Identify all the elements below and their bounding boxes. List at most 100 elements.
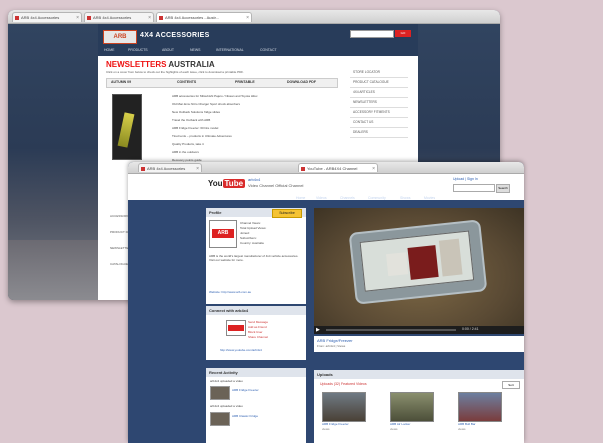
channel-url[interactable]: http://www.youtube.com/arb4x4 bbox=[220, 348, 262, 352]
yt-tab-bar: ARB 4x4 Accessories × YouTube - ARB4X4 Ch… bbox=[128, 162, 524, 174]
profile-box: Profile Subscribe ARB Channel Views: Tot… bbox=[206, 208, 306, 304]
close-icon[interactable]: × bbox=[246, 13, 249, 22]
video-thumbnail[interactable] bbox=[322, 392, 366, 422]
search-input[interactable] bbox=[453, 184, 495, 192]
yt-tab-1[interactable]: ARB 4x4 Accessories × bbox=[138, 163, 202, 172]
tab-label: ARB 4x4 Accessories bbox=[93, 15, 132, 20]
meta-line: Country: Australia bbox=[240, 241, 264, 245]
video-thumbnail[interactable] bbox=[458, 392, 502, 422]
nav-international[interactable]: INTERNATIONAL bbox=[216, 48, 244, 52]
yt-channel-nav: Home Videos Channels Community Shows Mov… bbox=[128, 196, 524, 201]
nav-community[interactable]: Community bbox=[368, 196, 386, 200]
channel-username[interactable]: arb4x4 bbox=[248, 177, 260, 182]
nav-news[interactable]: NEWS bbox=[190, 48, 201, 52]
upload-title[interactable]: ARB Bull Bar bbox=[458, 422, 506, 426]
side-link[interactable]: NEWSLETTERS bbox=[350, 98, 408, 108]
arb-logo[interactable]: ARB bbox=[103, 30, 137, 44]
side-link[interactable]: 4X4 ARTICLES bbox=[350, 88, 408, 98]
tab-label: ARB 4x4 Accessories bbox=[147, 166, 186, 171]
side-link[interactable]: CONTACT US bbox=[350, 118, 408, 128]
close-icon[interactable]: × bbox=[148, 13, 151, 22]
title-red: NEWSLETTERS bbox=[106, 60, 167, 69]
nav-contact[interactable]: CONTACT bbox=[260, 48, 277, 52]
time-display: 0:00 / 2:41 bbox=[462, 327, 479, 331]
sort-dropdown[interactable]: Sort bbox=[502, 381, 520, 389]
account-links[interactable]: Upload | Sign In bbox=[453, 177, 478, 181]
favicon-icon bbox=[141, 167, 145, 171]
activity-line: arb4x4 uploaded a video bbox=[210, 379, 243, 383]
uploads-box: Uploads Uploads (32) Featured Videos Sor… bbox=[314, 370, 524, 443]
channel-description: ARB is the world's largest manufacturer … bbox=[209, 254, 299, 262]
avatar[interactable]: ARB bbox=[209, 220, 237, 248]
nav-home[interactable]: Home bbox=[296, 196, 305, 200]
arb-search-input[interactable] bbox=[350, 30, 394, 38]
box-heading: Recent Activity bbox=[206, 368, 306, 377]
block-user-link[interactable]: Block User bbox=[248, 330, 263, 334]
side-link[interactable]: DEALERS bbox=[350, 128, 408, 138]
close-icon[interactable]: × bbox=[196, 164, 199, 172]
intro-text: Click on a cover from below to check out… bbox=[106, 70, 244, 74]
upload-views: views bbox=[458, 427, 466, 431]
bullet-item: Old Man Emu Nitro Charger Sport shock ab… bbox=[172, 102, 241, 106]
video-subtitle: From: arb4x4 | Views bbox=[317, 344, 346, 348]
search-button[interactable]: Search bbox=[496, 184, 510, 193]
send-message-link[interactable]: Send Message bbox=[248, 320, 268, 324]
nav-channels[interactable]: Channels bbox=[340, 196, 355, 200]
arb-nav-bar: HOME PRODUCTS ABOUT NEWS INTERNATIONAL C… bbox=[98, 47, 418, 56]
nav-about[interactable]: ABOUT bbox=[162, 48, 174, 52]
left-link[interactable]: CATALOGUE bbox=[110, 262, 128, 266]
nav-shows[interactable]: Shows bbox=[400, 196, 411, 200]
progress-bar[interactable] bbox=[326, 329, 456, 331]
nav-products[interactable]: PRODUCTS bbox=[128, 48, 148, 52]
arb-header: ARB 4X4 ACCESSORIES GO HOME PRODUCTS ABO… bbox=[98, 24, 418, 56]
nav-videos[interactable]: Videos bbox=[316, 196, 327, 200]
fridge-item bbox=[407, 245, 439, 280]
page-title: NEWSLETTERS AUSTRALIA bbox=[106, 60, 215, 69]
activity-thumbnail[interactable] bbox=[210, 412, 230, 426]
activity-box: Recent Activity arb4x4 uploaded a video … bbox=[206, 368, 306, 443]
arb-logo-icon bbox=[226, 320, 246, 336]
col-printable[interactable]: PRINTABLE bbox=[235, 80, 255, 84]
arb-tab-3[interactable]: ARB 4x4 Accessories - Austr... × bbox=[156, 12, 252, 22]
activity-link[interactable]: ARB Classic Fridge bbox=[232, 414, 302, 418]
video-thumbnail[interactable] bbox=[390, 392, 434, 422]
arb-search-button[interactable]: GO bbox=[395, 30, 411, 37]
col-download[interactable]: DOWNLOAD PDF bbox=[287, 80, 316, 84]
upload-title[interactable]: ARB Air Locker bbox=[390, 422, 438, 426]
tab-label: YouTube - ARB4X4 Channel bbox=[307, 166, 358, 171]
box-heading: Uploads bbox=[314, 370, 524, 379]
youtube-logo[interactable]: You Tube bbox=[208, 177, 246, 191]
website-link[interactable]: Website: http://www.arb.com.au bbox=[209, 290, 301, 294]
upload-views: views bbox=[390, 427, 398, 431]
uploads-title[interactable]: Uploads (32) Featured Videos bbox=[320, 382, 367, 386]
close-icon[interactable]: × bbox=[76, 13, 79, 22]
video-title[interactable]: ARB Fridge/Freezer bbox=[317, 338, 353, 343]
nav-movies[interactable]: Movies bbox=[424, 196, 435, 200]
subscribe-button[interactable]: Subscribe bbox=[272, 209, 302, 218]
yt-tab-2[interactable]: YouTube - ARB4X4 Channel × bbox=[298, 163, 378, 172]
upload-title[interactable]: ARB Fridge Freezer bbox=[322, 422, 370, 426]
newsletter-cover[interactable] bbox=[112, 94, 142, 160]
favicon-icon bbox=[87, 16, 91, 20]
add-friend-link[interactable]: Add as Friend bbox=[248, 325, 267, 329]
side-link[interactable]: ACCESSORY FITMENTS bbox=[350, 108, 408, 118]
youtube-browser-window: ARB 4x4 Accessories × YouTube - ARB4X4 Ch… bbox=[128, 162, 524, 443]
tab-label: ARB 4x4 Accessories bbox=[21, 15, 60, 20]
side-link[interactable]: PRODUCT CATALOGUE bbox=[350, 78, 408, 88]
logo-you: You bbox=[208, 179, 223, 188]
play-icon[interactable]: ▶ bbox=[316, 327, 322, 333]
logo-band bbox=[228, 325, 244, 331]
nav-home[interactable]: HOME bbox=[104, 48, 115, 52]
activity-thumbnail[interactable] bbox=[210, 386, 230, 400]
arb-tab-2[interactable]: ARB 4x4 Accessories × bbox=[84, 12, 154, 22]
arb-tab-1[interactable]: ARB 4x4 Accessories × bbox=[12, 12, 82, 22]
activity-link[interactable]: ARB Fridge Freezer bbox=[232, 388, 302, 392]
video-player[interactable]: ▶ 0:00 / 2:41 bbox=[314, 208, 524, 334]
side-link[interactable]: STORE LOCATOR bbox=[350, 68, 408, 78]
col-issue: AUTUMN 09 bbox=[111, 80, 132, 84]
arb-logo: ARB bbox=[212, 229, 234, 238]
side-menu: STORE LOCATOR PRODUCT CATALOGUE 4X4 ARTI… bbox=[350, 68, 408, 138]
upload-views: views bbox=[322, 427, 330, 431]
close-icon[interactable]: × bbox=[372, 164, 375, 172]
share-channel-link[interactable]: Share Channel bbox=[248, 335, 268, 339]
